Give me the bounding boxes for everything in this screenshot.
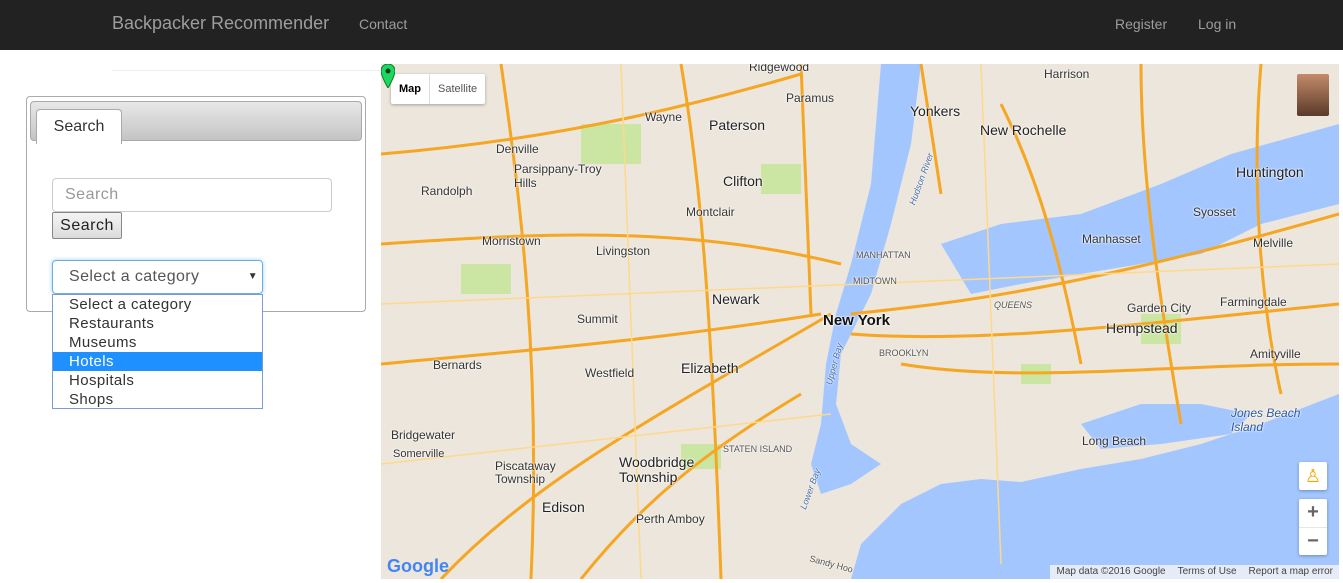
divider xyxy=(112,70,382,71)
pegman-icon[interactable]: ♙ xyxy=(1299,462,1327,490)
search-button[interactable]: Search xyxy=(52,212,122,239)
nav-register-link[interactable]: Register xyxy=(1115,16,1167,32)
brand-link[interactable]: Backpacker Recommender xyxy=(112,13,329,34)
map-label: Somerville xyxy=(393,448,445,460)
map-label: Bridgewater xyxy=(391,428,456,442)
category-select[interactable]: Select a category ▼ xyxy=(52,260,263,294)
category-option[interactable]: Hospitals xyxy=(53,371,262,390)
map-label: MIDTOWN xyxy=(853,276,897,286)
map-marker-icon[interactable] xyxy=(381,64,395,88)
category-option[interactable]: Select a category xyxy=(53,295,262,314)
map-label: Livingston xyxy=(596,244,651,258)
map-label: Long Beach xyxy=(1082,434,1147,448)
map-label: Manhasset xyxy=(1082,232,1141,246)
map-label: Melville xyxy=(1253,236,1294,250)
map-label: Parsippany-Troy Hills xyxy=(514,162,602,190)
chevron-down-icon: ▼ xyxy=(247,271,258,282)
map-label: Syosset xyxy=(1193,205,1236,219)
map-label: Jones Beach Island xyxy=(1231,406,1301,434)
map-label: Paterson xyxy=(709,117,766,133)
map-label: Hempstead xyxy=(1106,320,1178,336)
report-map-error-link[interactable]: Report a map error xyxy=(1249,565,1333,579)
zoom-out-button[interactable]: − xyxy=(1299,528,1327,556)
map-label: Harrison xyxy=(1044,67,1090,81)
map-label: QUEENS xyxy=(994,300,1033,310)
search-input[interactable] xyxy=(52,178,332,212)
map-label: Garden City xyxy=(1127,301,1192,315)
zoom-in-button[interactable]: + xyxy=(1299,499,1327,528)
map-label: New York xyxy=(823,312,890,329)
map-label: Piscataway Township xyxy=(495,459,556,486)
map-label: Elizabeth xyxy=(681,360,739,376)
map-label: STATEN ISLAND xyxy=(723,444,793,454)
nav-contact-link[interactable]: Contact xyxy=(359,16,407,32)
map-type-control: Map Satellite xyxy=(391,74,486,104)
zoom-control: + − xyxy=(1299,499,1327,555)
nav-login-link[interactable]: Log in xyxy=(1198,16,1236,32)
map-label: Perth Amboy xyxy=(636,512,705,526)
map-label: Clifton xyxy=(723,173,763,189)
map-label: Woodbridge Township xyxy=(619,454,695,485)
map-data-attribution: Map data ©2016 Google xyxy=(1056,566,1166,577)
map-label: Paramus xyxy=(786,91,835,105)
map-view[interactable]: Map Satellite Ridgewood Paramus Wayne Pa… xyxy=(381,64,1339,579)
category-option[interactable]: Shops xyxy=(53,390,262,409)
map-label: Randolph xyxy=(421,184,473,198)
map-label: Ridgewood xyxy=(749,64,810,74)
category-option-highlighted[interactable]: Hotels xyxy=(53,352,262,371)
map-label: Westfield xyxy=(585,366,635,380)
category-dropdown-list: Select a category Restaurants Museums Ho… xyxy=(52,294,263,409)
map-footer: Map data ©2016 Google Terms of Use Repor… xyxy=(1050,565,1339,579)
tab-search[interactable]: Search xyxy=(36,109,122,144)
map-label: MANHATTAN xyxy=(856,250,911,260)
map-label: Newark xyxy=(712,291,760,307)
map-type-satellite-button[interactable]: Satellite xyxy=(430,74,485,104)
map-label: Montclair xyxy=(686,205,735,219)
map-label: Morristown xyxy=(482,234,541,248)
top-navbar: Backpacker Recommender Contact Register … xyxy=(0,0,1343,50)
map-label: New Rochelle xyxy=(980,122,1067,138)
map-label: Edison xyxy=(542,499,585,515)
tab-bar: Search xyxy=(30,101,362,144)
map-label: Bernards xyxy=(433,358,482,372)
map-label: Yonkers xyxy=(910,103,961,119)
google-logo: Google xyxy=(387,556,449,576)
category-select-value: Select a category xyxy=(69,268,200,285)
map-label: Summit xyxy=(577,312,618,326)
map-label: Amityville xyxy=(1250,347,1301,361)
category-option[interactable]: Restaurants xyxy=(53,314,262,333)
map-label: Farmingdale xyxy=(1220,295,1287,309)
category-option[interactable]: Museums xyxy=(53,333,262,352)
map-label: Wayne xyxy=(645,110,682,124)
map-label: BROOKLYN xyxy=(879,348,929,358)
map-label: Huntington xyxy=(1236,164,1304,180)
terms-link[interactable]: Terms of Use xyxy=(1178,565,1237,579)
avatar[interactable] xyxy=(1297,74,1329,116)
map-label: Denville xyxy=(496,142,539,156)
map-type-map-button[interactable]: Map xyxy=(391,74,430,104)
